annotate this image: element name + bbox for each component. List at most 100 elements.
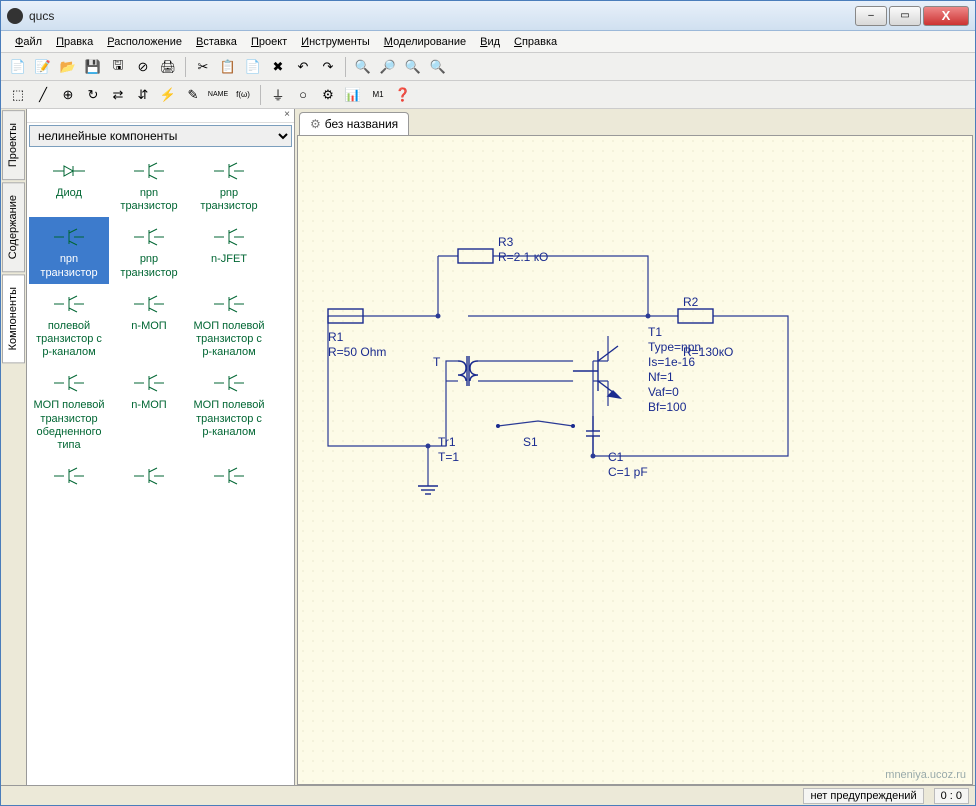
label-t1-vaf: Vaf=0 <box>648 385 679 399</box>
pen-icon[interactable]: ✎ <box>182 84 204 106</box>
save-icon[interactable]: 💾 <box>82 56 104 78</box>
help-icon[interactable]: ❓ <box>392 84 414 106</box>
palette-item[interactable]: n-JFET <box>189 217 269 283</box>
menu-view[interactable]: Вид <box>474 34 506 50</box>
palette-item[interactable]: полевой транзистор с p-каналом <box>29 284 109 364</box>
label-tr1-name: Tr1 <box>438 435 456 449</box>
menu-file[interactable]: Файл <box>9 34 48 50</box>
zoom-fit-icon[interactable]: 🔍 <box>402 56 424 78</box>
equation-icon[interactable]: f(ω) <box>232 84 254 106</box>
palette-item[interactable]: n-МОП <box>109 363 189 456</box>
menu-help[interactable]: Справка <box>508 34 563 50</box>
window-title: qucs <box>29 9 855 23</box>
redo-icon[interactable]: ↷ <box>317 56 339 78</box>
open-icon[interactable]: 📂 <box>57 56 79 78</box>
component-symbol-icon <box>31 369 107 397</box>
label-r2-name: R2 <box>683 295 699 309</box>
delete-icon[interactable]: ✖ <box>267 56 289 78</box>
palette-item[interactable]: npn транзистор <box>29 217 109 283</box>
palette-item[interactable]: МОП полевой транзистор с p-каналом <box>189 284 269 364</box>
component-category-select[interactable]: нелинейные компоненты <box>29 125 292 147</box>
palette-item-label: n-JFET <box>191 253 267 266</box>
label-t1-type: Type=npn <box>648 340 701 354</box>
palette-item[interactable]: МОП полевой транзистор с p-каналом <box>189 363 269 456</box>
mirrory-icon[interactable]: ⇵ <box>132 84 154 106</box>
label-c1-name: C1 <box>608 450 624 464</box>
palette-item[interactable]: npn транзистор <box>109 151 189 217</box>
menu-layout[interactable]: Расположение <box>101 34 188 50</box>
schematic-canvas[interactable]: R3 R=2.1 кО R1 R=50 Ohm R2 R=130кО <box>297 135 973 785</box>
sidebar-close-icon[interactable]: × <box>27 109 294 123</box>
close-doc-icon[interactable]: ⊘ <box>132 56 154 78</box>
ground-icon[interactable]: ⏚ <box>267 84 289 106</box>
palette-item[interactable] <box>29 456 109 496</box>
menu-tools[interactable]: Инструменты <box>295 34 376 50</box>
tab-components[interactable]: Компоненты <box>2 274 25 363</box>
close-button[interactable]: X <box>923 6 969 26</box>
dc-icon[interactable]: 📊 <box>342 84 364 106</box>
print-icon[interactable]: 🖨 <box>157 56 179 78</box>
tab-content[interactable]: Содержание <box>2 182 25 272</box>
menu-project[interactable]: Проект <box>245 34 293 50</box>
select-icon[interactable]: ⬚ <box>7 84 29 106</box>
component-symbol-icon <box>191 157 267 185</box>
label-t1-nf: Nf=1 <box>648 370 674 384</box>
component-palette: Диодnpn транзисторpnp транзисторnpn тран… <box>27 149 294 785</box>
mirror-icon[interactable]: ⇄ <box>107 84 129 106</box>
palette-item[interactable]: Диод <box>29 151 109 217</box>
palette-item[interactable]: МОП полевой транзистор обедненного типа <box>29 363 109 456</box>
titlebar[interactable]: qucs – ▭ X <box>1 1 975 31</box>
wire-icon[interactable]: ╱ <box>32 84 54 106</box>
component-symbol-icon <box>31 290 107 318</box>
menu-simulation[interactable]: Моделирование <box>378 34 472 50</box>
port-icon[interactable]: ○ <box>292 84 314 106</box>
label-icon[interactable]: ⊕ <box>57 84 79 106</box>
label-t1-is: Is=1e-16 <box>648 355 695 369</box>
palette-item-label: n-МОП <box>111 320 187 333</box>
label-t1-name: T1 <box>648 325 662 339</box>
menu-insert[interactable]: Вставка <box>190 34 243 50</box>
minimize-button[interactable]: – <box>855 6 887 26</box>
palette-item[interactable]: n-МОП <box>109 284 189 364</box>
component-symbol-icon <box>31 157 107 185</box>
new-icon[interactable]: 📄 <box>7 56 29 78</box>
copy-icon[interactable]: 📋 <box>217 56 239 78</box>
zoom-11-icon[interactable]: 🔍 <box>427 56 449 78</box>
menu-edit[interactable]: Правка <box>50 34 99 50</box>
palette-item-label: Диод <box>31 187 107 200</box>
label-r1-val: R=50 Ohm <box>328 345 386 359</box>
cut-icon[interactable]: ✂ <box>192 56 214 78</box>
component-symbol-icon <box>191 369 267 397</box>
palette-item[interactable] <box>109 456 189 496</box>
component-symbol-icon <box>111 369 187 397</box>
zoom-out-icon[interactable]: 🔎 <box>377 56 399 78</box>
gear-icon: ⚙ <box>310 117 321 131</box>
component-symbol-icon <box>111 157 187 185</box>
label-tr-t: T <box>433 355 441 369</box>
palette-item[interactable]: pnp транзистор <box>109 217 189 283</box>
zoom-in-icon[interactable]: 🔍 <box>352 56 374 78</box>
toolbar-1: 📄 📝 📂 💾 🖫 ⊘ 🖨 ✂ 📋 📄 ✖ ↶ ↷ 🔍 🔎 🔍 🔍 <box>1 53 975 81</box>
undo-icon[interactable]: ↶ <box>292 56 314 78</box>
paste-icon[interactable]: 📄 <box>242 56 264 78</box>
component-symbol-icon <box>31 462 107 490</box>
name-icon[interactable]: NAME <box>207 84 229 106</box>
palette-item[interactable]: pnp транзистор <box>189 151 269 217</box>
tab-projects[interactable]: Проекты <box>2 110 25 180</box>
palette-item[interactable] <box>189 456 269 496</box>
marker-icon[interactable]: M1 <box>367 84 389 106</box>
maximize-button[interactable]: ▭ <box>889 6 921 26</box>
menubar: Файл Правка Расположение Вставка Проект … <box>1 31 975 53</box>
component-symbol-icon <box>191 462 267 490</box>
sim-icon[interactable]: ⚙ <box>317 84 339 106</box>
doc-tab-untitled[interactable]: ⚙ без названия <box>299 112 409 135</box>
activate-icon[interactable]: ⚡ <box>157 84 179 106</box>
new-text-icon[interactable]: 📝 <box>32 56 54 78</box>
rotate-icon[interactable]: ↻ <box>82 84 104 106</box>
save-all-icon[interactable]: 🖫 <box>107 56 129 78</box>
body: Проекты Содержание Компоненты × нелинейн… <box>1 109 975 785</box>
label-s1: S1 <box>523 435 538 449</box>
component-symbol-icon <box>111 462 187 490</box>
palette-item-label: npn транзистор <box>31 253 107 279</box>
schematic: R3 R=2.1 кО R1 R=50 Ohm R2 R=130кО <box>308 156 948 676</box>
